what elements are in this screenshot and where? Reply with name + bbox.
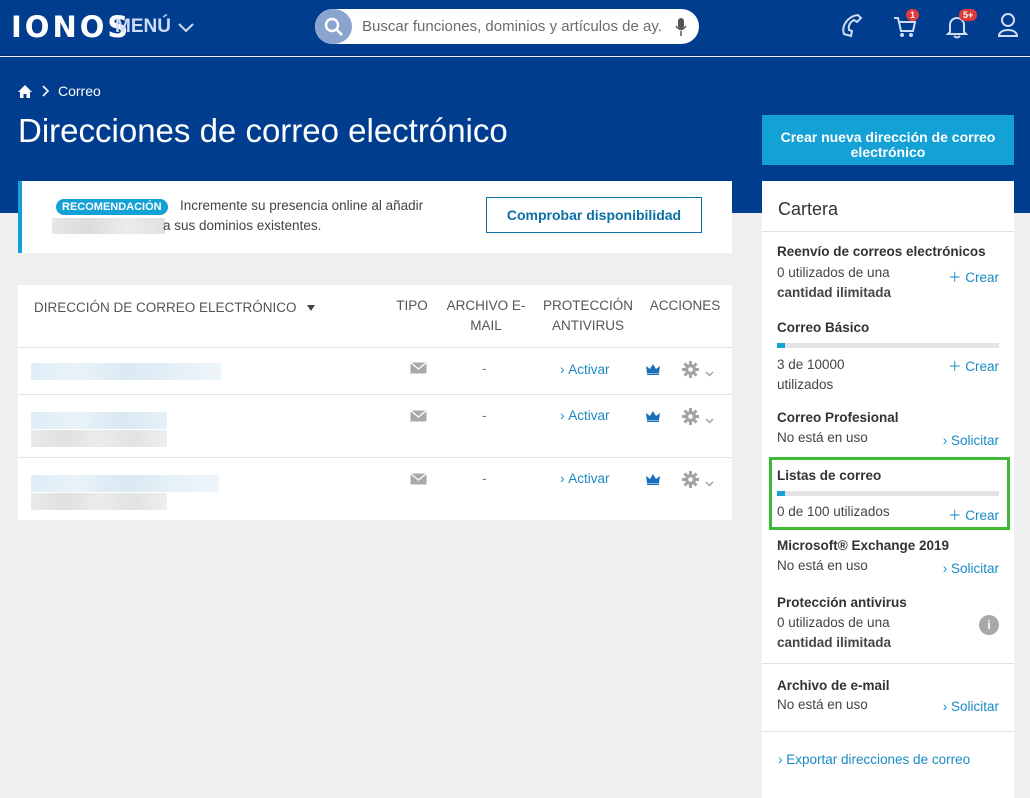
phone-icon[interactable] [840,12,864,38]
archive-value: - [482,408,487,423]
item-name: Reenvío de correos electrónicos [777,244,986,259]
envelope-icon [410,473,427,485]
item-name: Archivo de e-mail [777,678,890,693]
page-title: Direcciones de correo electrónico [18,112,508,149]
archive-value: - [482,471,487,486]
check-availability-button[interactable]: Comprobar disponibilidad [486,197,702,233]
highlight-box [769,457,1010,530]
item-name: Protección antivirus [777,595,907,610]
request-professional-mail-link[interactable]: › Solicitar [943,433,999,448]
search-icon[interactable] [315,9,352,44]
notifications-badge: 5+ [959,9,978,21]
sort-down-icon[interactable] [306,304,316,312]
panel-divider [762,231,1014,232]
column-header-address[interactable]: DIRECCIÓN DE CORREO ELECTRÓNICO [34,298,316,318]
chevron-right-icon [42,85,50,97]
usage-bar-fill [777,343,785,348]
archive-value: - [482,361,487,376]
recommendation-text: Incremente su presencia online al añadir [180,198,424,213]
chevron-down-icon [705,418,714,424]
breadcrumb-current[interactable]: Correo [58,83,101,99]
column-header-protection: PROTECCIÓN ANTIVIRUS [542,298,633,333]
item-status: 0 utilizados de una [777,615,890,630]
search-bar [315,9,699,44]
create-basic-mail-link[interactable]: ＋ Crear [948,355,999,375]
redacted-domain [52,218,165,234]
column-header-archive: ARCHIVO E-MAIL [446,298,526,333]
create-email-button[interactable]: Crear nueva dirección de correo electrón… [762,115,1014,165]
panel-divider [762,663,1014,664]
redacted-email-address[interactable] [31,363,221,380]
create-forwarding-link[interactable]: ＋ Crear [948,266,999,286]
activate-protection-link[interactable]: › Activar [560,408,610,423]
item-status-2: utilizados [777,377,834,392]
top-navbar: IONOS MENÚ 1 5+ [0,0,1030,56]
menu-button[interactable]: MENÚ [115,16,195,38]
recommendation-banner: RECOMENDACIÓN Incremente su presencia on… [18,181,732,253]
crown-icon[interactable] [646,411,660,422]
export-addresses-link[interactable]: › Exportar direcciones de correo [778,752,970,767]
table-divider [18,394,732,395]
item-status-2: cantidad ilimitada [777,635,892,650]
portfolio-item-basic-mail: Correo Básico 3 de 10000 utilizados ＋ Cr… [777,320,999,395]
cart-badge: 1 [906,9,920,21]
usage-bar [777,343,999,348]
column-header-actions: ACCIONES [649,298,721,313]
activate-protection-link[interactable]: › Activar [560,471,610,486]
table-divider [18,457,732,458]
gear-icon [682,471,699,488]
gear-icon [682,408,699,425]
chevron-down-icon [705,481,714,487]
portfolio-item-exchange: Microsoft® Exchange 2019 No está en uso … [777,538,999,576]
portfolio-item-email-archive: Archivo de e-mail No está en uso › Solic… [777,678,999,715]
notifications-button[interactable]: 5+ [946,9,978,40]
row-settings-menu[interactable] [682,408,714,430]
gear-icon [682,361,699,378]
item-status-2: cantidad ilimitada [777,285,892,300]
envelope-icon [410,362,427,374]
item-name: Microsoft® Exchange 2019 [777,538,950,553]
item-name: Correo Básico [777,320,870,335]
chevron-down-icon [705,371,714,377]
portfolio-item-professional-mail: Correo Profesional No está en uso › Soli… [777,410,999,448]
item-name: Correo Profesional [777,410,899,425]
cart-button[interactable]: 1 [893,9,920,40]
menu-label: MENÚ [115,16,171,37]
user-icon[interactable] [997,12,1019,38]
info-icon[interactable]: i [979,615,999,635]
request-email-archive-link[interactable]: › Solicitar [943,699,999,714]
panel-title: Cartera [778,199,839,219]
crown-icon[interactable] [646,474,660,485]
portfolio-item-forwarding: Reenvío de correos electrónicos 0 utiliz… [777,244,999,303]
table-divider [18,347,732,348]
redacted-email-address[interactable] [31,475,219,492]
redacted-email-detail [31,493,167,510]
envelope-icon [410,410,427,422]
breadcrumb: Correo [18,83,101,99]
column-header-type: TIPO [396,298,428,313]
request-exchange-link[interactable]: › Solicitar [943,561,999,576]
row-settings-menu[interactable] [682,361,714,383]
row-settings-menu[interactable] [682,471,714,493]
chevron-down-icon [178,23,194,33]
email-table: DIRECCIÓN DE CORREO ELECTRÓNICO TIPO ARC… [18,285,732,520]
crown-icon[interactable] [646,364,660,375]
search-input[interactable] [362,18,662,35]
microphone-icon[interactable] [675,17,687,37]
activate-protection-link[interactable]: › Activar [560,362,610,377]
redacted-email-address[interactable] [31,412,167,429]
portfolio-item-antivirus: Protección antivirus 0 utilizados de una… [777,595,999,653]
recommendation-text-2: a sus dominios existentes. [163,218,322,233]
home-icon[interactable] [18,84,32,98]
ionos-logo[interactable]: IONOS [11,10,131,44]
redacted-email-detail [31,430,167,447]
recommendation-tag: RECOMENDACIÓN [56,199,168,215]
panel-divider [762,731,1014,732]
